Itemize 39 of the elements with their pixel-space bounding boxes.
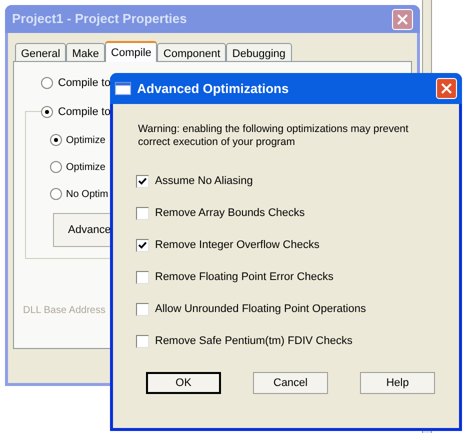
radio-button[interactable] xyxy=(50,134,62,146)
checkbox-label: Remove Safe Pentium(tm) FDIV Checks xyxy=(155,334,352,350)
radio-button[interactable] xyxy=(41,77,53,89)
close-icon xyxy=(397,14,408,24)
dialog-button[interactable]: OK xyxy=(146,372,221,394)
checkbox-label: Remove Integer Overflow Checks xyxy=(155,238,320,254)
radio-button[interactable] xyxy=(50,161,62,173)
warning-text: Warning: enabling the following optimizations may prevent correct execution of your program xyxy=(138,123,410,149)
checkbox[interactable] xyxy=(136,271,149,284)
checkbox[interactable] xyxy=(136,175,149,188)
close-button[interactable] xyxy=(392,8,413,30)
radio-label: Compile to xyxy=(58,104,111,120)
close-button[interactable] xyxy=(436,78,457,99)
tab[interactable]: Debugging xyxy=(226,43,292,61)
checkbox[interactable] xyxy=(136,207,149,220)
tab[interactable]: Make xyxy=(66,43,106,61)
checkbox[interactable] xyxy=(136,239,149,252)
radio-label: Optimize xyxy=(66,160,106,174)
window-title: Project1 - Project Properties xyxy=(12,10,187,28)
field-label: DLL Base Address xyxy=(23,304,106,318)
close-icon xyxy=(441,83,452,94)
checkbox-label: Remove Floating Point Error Checks xyxy=(155,270,334,286)
checkbox-label: Assume No Aliasing xyxy=(155,174,253,190)
tab[interactable]: Component xyxy=(157,43,226,61)
radio-button[interactable] xyxy=(50,188,62,200)
checkbox-label: Remove Array Bounds Checks xyxy=(155,206,305,222)
window-icon xyxy=(115,82,131,95)
checkbox-label: Allow Unrounded Floating Point Operations xyxy=(155,302,366,318)
radio-label: Compile to xyxy=(58,76,111,91)
checkbox[interactable] xyxy=(136,335,149,348)
dialog-title: Advanced Optimizations xyxy=(137,80,289,98)
dialog-button[interactable]: Cancel xyxy=(253,372,328,394)
dialog-button[interactable]: Help xyxy=(360,372,435,394)
tab[interactable]: General xyxy=(15,43,66,61)
tab[interactable]: Compile xyxy=(105,41,158,62)
radio-label: Optimize xyxy=(66,134,106,148)
radio-label: No Optim xyxy=(66,188,108,202)
checkbox[interactable] xyxy=(136,303,149,316)
radio-button[interactable] xyxy=(41,106,53,118)
